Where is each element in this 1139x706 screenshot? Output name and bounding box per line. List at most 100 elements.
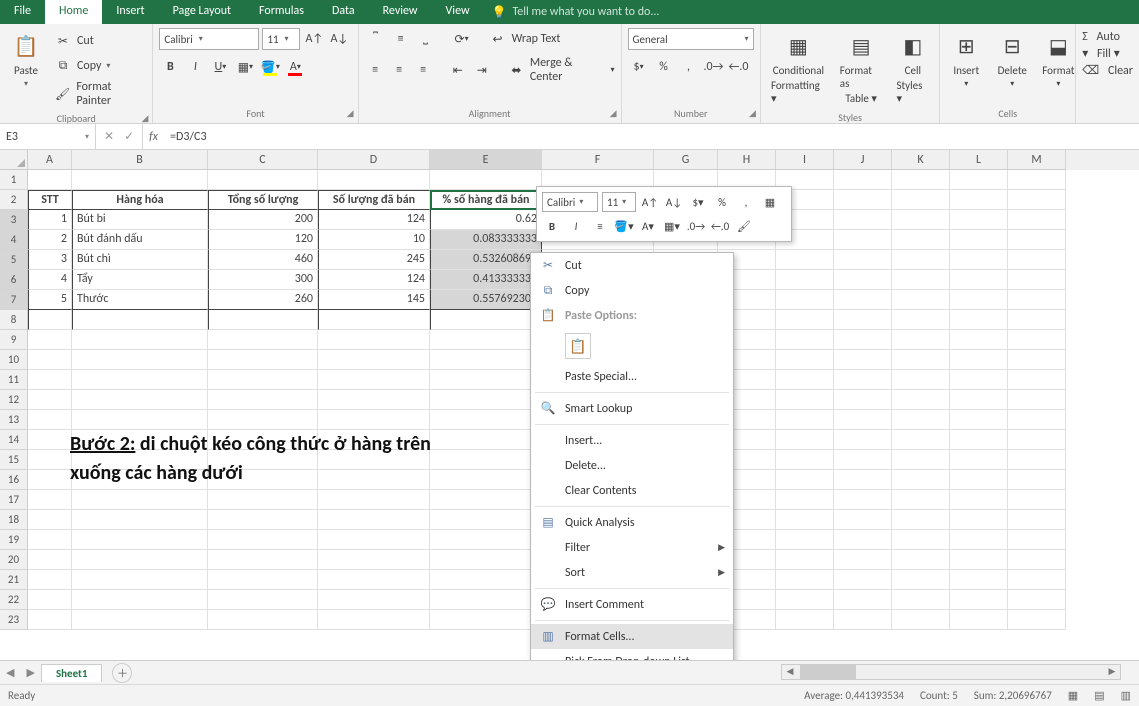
cell-J12[interactable] [834,390,892,410]
tab-review[interactable]: Review [369,0,432,24]
ctx-filter[interactable]: Filter▶ [531,535,733,560]
underline-button[interactable]: U ▾ [209,56,231,78]
cell-M22[interactable] [1008,590,1066,610]
cell-A19[interactable] [28,530,72,550]
cell-I11[interactable] [776,370,834,390]
col-header-L[interactable]: L [950,150,1008,170]
format-painter-button[interactable]: 🖌Format Painter [52,80,146,108]
copy-button[interactable]: ⧉Copy▾ [52,55,146,77]
cell-B2[interactable]: Hàng hóa [72,190,208,210]
cell-D1[interactable] [318,170,430,190]
cell-M5[interactable] [1008,250,1066,270]
col-header-J[interactable]: J [834,150,892,170]
tab-formulas[interactable]: Formulas [245,0,318,24]
align-top-icon[interactable]: ⎴ [365,28,387,50]
cell-I23[interactable] [776,610,834,630]
mini-format-painter-icon[interactable]: 🖌 [734,216,754,236]
row-header-12[interactable]: 12 [0,390,28,410]
row-header-4[interactable]: 4 [0,230,28,250]
cell-C3[interactable]: 200 [208,210,318,230]
cell-A15[interactable] [28,450,72,470]
indent-increase-icon[interactable]: ⇥ [471,59,492,81]
cell-K11[interactable] [892,370,950,390]
tab-data[interactable]: Data [318,0,369,24]
cell-I6[interactable] [776,270,834,290]
font-color-button[interactable]: A ▾ [284,56,306,78]
cell-D19[interactable] [318,530,430,550]
row-header-5[interactable]: 5 [0,250,28,270]
sheet-nav-prev-icon[interactable]: ◀ [0,666,20,679]
cell-D23[interactable] [318,610,430,630]
cell-M7[interactable] [1008,290,1066,310]
mini-fill-color-icon[interactable]: 🪣▾ [614,216,634,236]
cell-M12[interactable] [1008,390,1066,410]
cell-I17[interactable] [776,490,834,510]
cell-D8[interactable] [318,310,430,330]
cell-I5[interactable] [776,250,834,270]
cell-L23[interactable] [950,610,1008,630]
cell-E1[interactable] [430,170,542,190]
cell-K5[interactable] [892,250,950,270]
cell-A17[interactable] [28,490,72,510]
conditional-formatting-button[interactable]: ▦ConditionalFormatting ▾ [767,28,830,107]
increase-decimal-icon[interactable]: .0→ [703,56,725,78]
ctx-clear-contents[interactable]: Clear Contents [531,478,733,503]
cell-E23[interactable] [430,610,542,630]
cell-L11[interactable] [950,370,1008,390]
paste-option-icon[interactable]: 📋 [565,333,591,359]
cell-J1[interactable] [834,170,892,190]
cell-K6[interactable] [892,270,950,290]
row-header-22[interactable]: 22 [0,590,28,610]
row-header-11[interactable]: 11 [0,370,28,390]
cell-J23[interactable] [834,610,892,630]
cell-E2[interactable]: % số hàng đã bán [430,190,542,210]
cell-L21[interactable] [950,570,1008,590]
cell-E5[interactable]: 0.532608696 [430,250,542,270]
col-header-H[interactable]: H [718,150,776,170]
cell-B9[interactable] [72,330,208,350]
cell-A4[interactable]: 2 [28,230,72,250]
fill-button[interactable]: ▾ Fill ▾ [1082,46,1120,61]
cell-L5[interactable] [950,250,1008,270]
col-header-M[interactable]: M [1008,150,1066,170]
cell-D4[interactable]: 10 [318,230,430,250]
ctx-format-cells[interactable]: ▥Format Cells... [531,624,733,649]
cell-D5[interactable]: 245 [318,250,430,270]
mini-align-icon[interactable]: ≡ [590,216,610,236]
insert-cells-button[interactable]: ⊞Insert▾ [946,28,986,91]
row-header-18[interactable]: 18 [0,510,28,530]
cell-A22[interactable] [28,590,72,610]
cell-J11[interactable] [834,370,892,390]
tab-home[interactable]: Home [45,0,102,24]
cell-B19[interactable] [72,530,208,550]
accounting-format-icon[interactable]: $ ▾ [628,56,650,78]
mini-accounting-icon[interactable]: $▾ [688,192,708,212]
cell-J6[interactable] [834,270,892,290]
ctx-smart-lookup[interactable]: 🔍Smart Lookup [531,396,733,421]
col-header-G[interactable]: G [654,150,718,170]
cell-M1[interactable] [1008,170,1066,190]
cell-B21[interactable] [72,570,208,590]
cell-E22[interactable] [430,590,542,610]
horizontal-scrollbar[interactable]: ◀▶ [781,664,1121,680]
cell-M19[interactable] [1008,530,1066,550]
row-header-1[interactable]: 1 [0,170,28,190]
cell-I8[interactable] [776,310,834,330]
cell-L4[interactable] [950,230,1008,250]
cell-D9[interactable] [318,330,430,350]
cell-I13[interactable] [776,410,834,430]
clear-button[interactable]: ⌫ Clear [1082,63,1133,78]
cell-K10[interactable] [892,350,950,370]
cell-A12[interactable] [28,390,72,410]
cell-C9[interactable] [208,330,318,350]
format-cells-ribbon-button[interactable]: ⬓Format▾ [1038,28,1078,91]
align-bottom-icon[interactable]: ⎵ [415,28,437,50]
wrap-text-button[interactable]: ↩Wrap Text [487,28,561,50]
tab-page-layout[interactable]: Page Layout [159,0,245,24]
col-header-C[interactable]: C [208,150,318,170]
cell-K18[interactable] [892,510,950,530]
cell-L13[interactable] [950,410,1008,430]
cell-K2[interactable] [892,190,950,210]
cell-E3[interactable]: 0.62 [430,210,542,230]
cell-J9[interactable] [834,330,892,350]
